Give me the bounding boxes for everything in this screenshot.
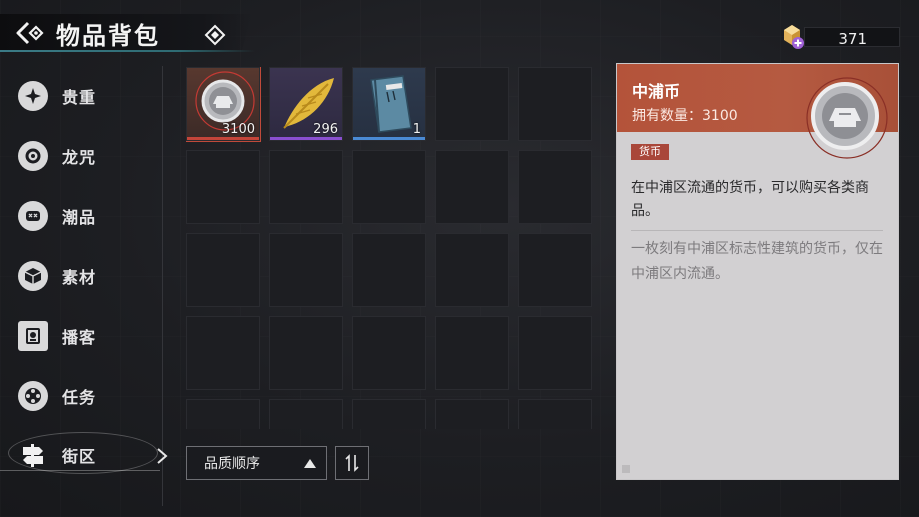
item-count: 3100 xyxy=(221,122,255,137)
sidebar-item-label: 龙咒 xyxy=(62,148,97,167)
podcast-icon xyxy=(18,321,48,351)
sidebar-item-tasks[interactable]: 任务 xyxy=(18,373,158,419)
sort-order-button[interactable] xyxy=(335,446,369,480)
inventory-slot-empty[interactable] xyxy=(269,150,343,224)
inventory-slot-empty[interactable] xyxy=(186,150,260,224)
rarity-bar xyxy=(187,137,259,140)
star-badge-icon xyxy=(18,81,48,111)
inventory-slot-feather[interactable]: 296 xyxy=(269,67,343,141)
back-arrow-icon xyxy=(16,21,44,45)
ring-icon xyxy=(18,141,48,171)
inventory-slot-empty[interactable] xyxy=(518,150,592,224)
decorative-square xyxy=(622,465,630,473)
active-indicator-chevron-icon xyxy=(156,447,170,467)
currency-box: 371 xyxy=(804,27,900,48)
sidebar-item-materials[interactable]: 素材 xyxy=(18,253,158,299)
inventory-slot-empty[interactable] xyxy=(435,67,509,141)
film-reel-icon xyxy=(18,381,48,411)
sidebar-item-dragon-curse[interactable]: 龙咒 xyxy=(18,133,158,179)
rarity-bar xyxy=(353,137,425,140)
mask-icon xyxy=(18,201,48,231)
sidebar-item-trends[interactable]: 潮品 xyxy=(18,193,158,239)
sidebar-item-valuables[interactable]: 贵重 xyxy=(18,73,158,119)
sidebar-item-label: 任务 xyxy=(62,388,97,407)
sidebar-item-label: 贵重 xyxy=(62,88,97,107)
item-description: 在中浦区流通的货币，可以购买各类商品。 xyxy=(631,180,869,219)
back-button[interactable] xyxy=(12,18,46,48)
inventory-slot-coin[interactable]: 3100 xyxy=(186,67,261,142)
sidebar-item-label: 素材 xyxy=(62,268,97,287)
inventory-slot-empty[interactable] xyxy=(518,67,592,141)
inventory-slot-book[interactable]: 1 xyxy=(352,67,426,141)
inventory-slot-empty[interactable] xyxy=(269,316,343,390)
inventory-slot-empty[interactable] xyxy=(186,399,260,429)
inventory-slot-empty[interactable] xyxy=(518,316,592,390)
sort-dropdown-label: 品质顺序 xyxy=(204,456,260,472)
inventory-slot-empty[interactable] xyxy=(269,233,343,307)
sidebar-item-label: 街区 xyxy=(62,447,97,466)
detail-separator xyxy=(631,230,883,231)
inventory-slot-empty[interactable] xyxy=(352,399,426,429)
cube-icon xyxy=(18,261,48,291)
rarity-bar xyxy=(270,137,342,140)
sort-dropdown[interactable]: 品质顺序 xyxy=(186,446,327,480)
triangle-up-icon xyxy=(304,459,316,468)
item-count: 296 xyxy=(313,122,338,137)
inventory-slot-empty[interactable] xyxy=(186,233,260,307)
sidebar-item-podcast[interactable]: 播客 xyxy=(18,313,158,359)
diamond-icon xyxy=(204,24,226,46)
sidebar-item-street[interactable]: 街区 xyxy=(18,432,158,478)
sidebar-item-label: 潮品 xyxy=(62,208,97,227)
inventory-slot-empty[interactable] xyxy=(352,233,426,307)
silver-coin-icon xyxy=(806,77,888,159)
currency-display[interactable]: 371 xyxy=(778,22,900,50)
item-name: 中浦币 xyxy=(632,82,681,101)
item-category-tag: 货币 xyxy=(631,144,669,160)
street-sign-icon xyxy=(18,440,48,470)
inventory-slot-empty[interactable] xyxy=(435,316,509,390)
item-detail-panel: 中浦币 拥有数量：3100 货币 在中浦区流通的货币，可以购买各类商品。 一枚刻… xyxy=(616,63,899,480)
inventory-slot-empty[interactable] xyxy=(186,316,260,390)
inventory-slot-empty[interactable] xyxy=(435,399,509,429)
inventory-grid: 3100 296 1 xyxy=(186,67,600,429)
inventory-slot-empty[interactable] xyxy=(435,233,509,307)
sidebar-divider xyxy=(162,66,163,506)
inventory-slot-empty[interactable] xyxy=(269,399,343,429)
page-header: 物品背包 xyxy=(0,0,260,56)
inventory-slot-empty[interactable] xyxy=(352,150,426,224)
item-owned-count: 拥有数量：3100 xyxy=(632,108,738,124)
currency-value: 371 xyxy=(838,30,867,48)
item-count: 1 xyxy=(412,122,421,137)
inventory-slot-empty[interactable] xyxy=(435,150,509,224)
sidebar-item-label: 播客 xyxy=(62,328,97,347)
page-title: 物品背包 xyxy=(56,22,160,50)
inventory-slot-empty[interactable] xyxy=(518,233,592,307)
inventory-slot-empty[interactable] xyxy=(352,316,426,390)
premium-crystal-icon xyxy=(784,25,804,49)
inventory-slot-empty[interactable] xyxy=(518,399,592,429)
sort-order-icon xyxy=(345,454,359,472)
item-flavor-text: 一枚刻有中浦区标志性建筑的货币，仅在中浦区内流通。 xyxy=(631,241,883,282)
